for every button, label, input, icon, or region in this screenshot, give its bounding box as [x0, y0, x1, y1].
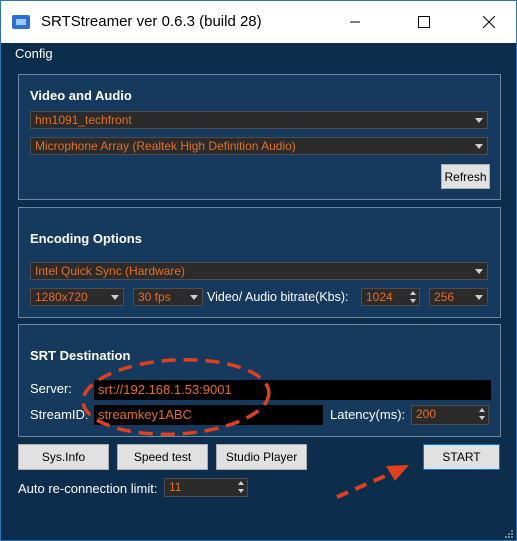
resolution-select[interactable]: 1280x720	[30, 288, 124, 306]
latency-label: Latency(ms):	[330, 407, 406, 422]
reconnect-label: Auto re-connection limit:	[18, 481, 158, 496]
speedtest-button[interactable]: Speed test	[117, 444, 208, 470]
audio-source-value: Microphone Array (Realtek High Definitio…	[35, 139, 296, 153]
spinner-arrows-icon[interactable]	[408, 290, 418, 304]
audio-bitrate-select[interactable]: 256	[429, 288, 488, 306]
server-input[interactable]: srt://192.168.1.53:9001	[94, 380, 491, 400]
encoding-title: Encoding Options	[30, 231, 142, 246]
reconnect-value: 11	[169, 480, 182, 494]
minimize-icon	[350, 21, 360, 23]
server-label: Server:	[30, 381, 72, 396]
window-title: SRTStreamer ver 0.6.3 (build 28)	[41, 13, 262, 30]
chevron-down-icon	[111, 295, 119, 300]
studio-player-button[interactable]: Studio Player	[216, 444, 307, 470]
latency-spinner[interactable]: 200	[411, 405, 489, 425]
video-bitrate-value: 1024	[366, 290, 393, 304]
streamid-label: StreamID:	[30, 407, 89, 422]
video-audio-title: Video and Audio	[30, 88, 132, 103]
app-window: SRTStreamer ver 0.6.3 (build 28) Config …	[0, 0, 517, 541]
minimize-button[interactable]	[332, 1, 378, 43]
encoding-group: Encoding Options Intel Quick Sync (Hardw…	[18, 207, 501, 318]
menu-config[interactable]: Config	[15, 46, 53, 61]
spinner-arrows-icon[interactable]	[236, 480, 246, 494]
reconnect-spinner[interactable]: 11	[164, 478, 248, 497]
video-source-value: hm1091_techfront	[35, 113, 132, 127]
encoder-value: Intel Quick Sync (Hardware)	[35, 264, 186, 278]
spinner-arrows-icon[interactable]	[477, 407, 487, 421]
chevron-down-icon	[475, 118, 483, 123]
refresh-button[interactable]: Refresh	[441, 164, 490, 189]
chevron-down-icon	[475, 144, 483, 149]
fps-select[interactable]: 30 fps	[133, 288, 203, 306]
bitrate-label: Video/ Audio bitrate(Kbs):	[207, 290, 349, 304]
close-button[interactable]	[466, 1, 512, 43]
srt-group: SRT Destination Server: srt://192.168.1.…	[18, 324, 501, 437]
resolution-value: 1280x720	[35, 290, 88, 304]
close-icon	[483, 16, 495, 28]
fps-value: 30 fps	[138, 290, 171, 304]
app-icon	[12, 15, 30, 29]
streamid-input[interactable]: streamkey1ABC	[94, 405, 323, 425]
video-bitrate-spinner[interactable]: 1024	[361, 288, 420, 306]
chevron-down-icon	[475, 295, 483, 300]
encoder-select[interactable]: Intel Quick Sync (Hardware)	[30, 262, 488, 280]
start-button[interactable]: START	[423, 444, 500, 470]
menu-bar	[1, 43, 516, 65]
srt-title: SRT Destination	[30, 348, 131, 363]
maximize-button[interactable]	[401, 1, 447, 43]
resize-grip-icon[interactable]	[503, 528, 515, 540]
title-bar: SRTStreamer ver 0.6.3 (build 28)	[1, 1, 516, 43]
video-source-select[interactable]: hm1091_techfront	[30, 111, 488, 129]
video-audio-group: Video and Audio hm1091_techfront Microph…	[18, 74, 501, 200]
chevron-down-icon	[190, 295, 198, 300]
audio-bitrate-value: 256	[434, 290, 455, 304]
maximize-icon	[418, 16, 430, 28]
latency-value: 200	[416, 407, 437, 421]
sysinfo-button[interactable]: Sys.Info	[18, 444, 109, 470]
chevron-down-icon	[475, 269, 483, 274]
audio-source-select[interactable]: Microphone Array (Realtek High Definitio…	[30, 137, 488, 155]
